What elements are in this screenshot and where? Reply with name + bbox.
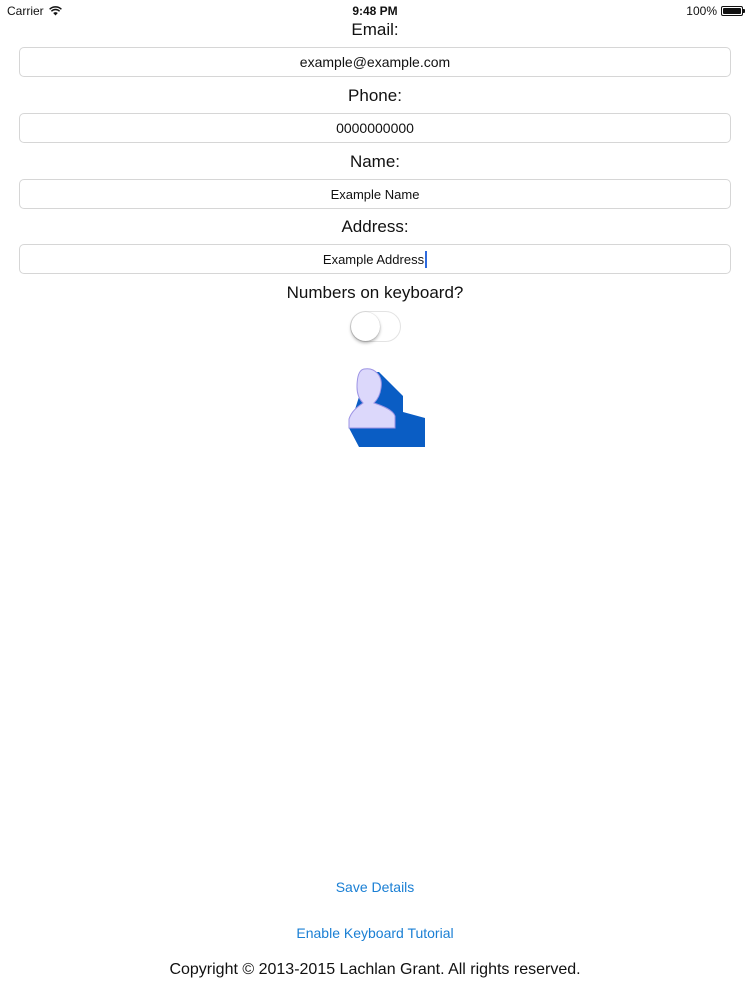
name-label: Name: xyxy=(349,152,401,171)
address-value: Example Address xyxy=(322,251,425,267)
phone-field[interactable] xyxy=(19,113,731,143)
toggle-knob xyxy=(351,312,380,341)
text-cursor xyxy=(425,250,428,268)
address-label: Address: xyxy=(341,217,409,236)
save-details-button[interactable]: Save Details xyxy=(0,879,750,895)
battery-icon xyxy=(721,6,745,16)
clock: 9:48 PM xyxy=(352,4,398,18)
battery-indicator: 100% xyxy=(686,4,745,18)
email-label: Email: xyxy=(351,20,399,39)
status-bar: Carrier 9:48 PM 100% xyxy=(0,0,750,22)
contact-person-icon[interactable] xyxy=(347,366,427,448)
enable-keyboard-tutorial-button[interactable]: Enable Keyboard Tutorial xyxy=(0,925,750,941)
address-field[interactable]: Example Address xyxy=(19,244,731,274)
phone-label: Phone: xyxy=(348,86,402,105)
copyright-text: Copyright © 2013-2015 Lachlan Grant. All… xyxy=(169,961,581,978)
keyboard-toggle-label: Numbers on keyboard? xyxy=(286,283,464,302)
email-field[interactable] xyxy=(19,47,731,77)
battery-percent: 100% xyxy=(686,4,717,18)
name-field[interactable] xyxy=(19,179,731,209)
numbers-keyboard-toggle[interactable] xyxy=(350,311,401,342)
